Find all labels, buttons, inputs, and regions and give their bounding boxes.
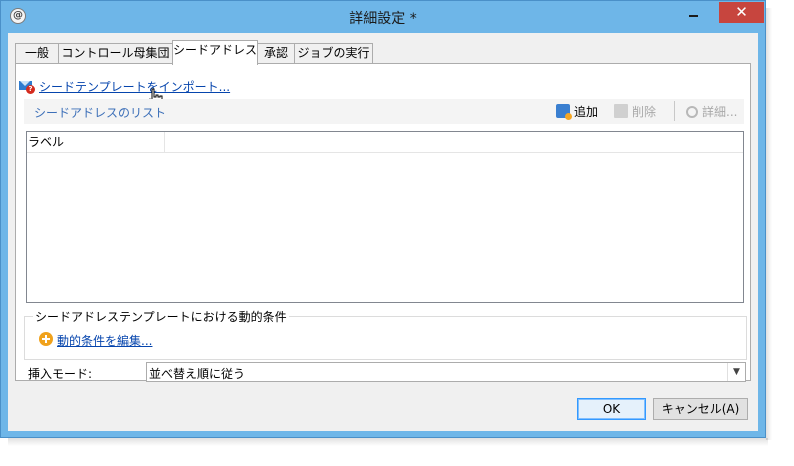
- add-icon: [556, 104, 572, 120]
- dynamic-condition-legend: シードアドレステンプレートにおける動的条件: [33, 308, 289, 325]
- minimize-button[interactable]: [678, 2, 708, 23]
- title-bar[interactable]: @ 詳細設定 * ✕: [1, 1, 765, 33]
- seed-address-grid[interactable]: ラベル: [26, 131, 744, 303]
- delete-button[interactable]: 削除: [614, 103, 656, 120]
- insert-mode-select[interactable]: 並べ替え順に従う ▼: [146, 362, 746, 382]
- tab-approval[interactable]: 承認: [257, 43, 295, 64]
- grid-header: ラベル: [27, 132, 743, 153]
- seed-list-toolbar: シードアドレスのリスト 追加 削除 詳細...: [24, 99, 744, 124]
- minimize-icon: [688, 15, 698, 17]
- tab-general[interactable]: 一般: [15, 43, 59, 64]
- close-button[interactable]: ✕: [719, 2, 764, 23]
- plus-circle-icon[interactable]: [39, 332, 53, 346]
- window-shadow-bottom: [8, 438, 768, 446]
- edit-dynamic-condition-link[interactable]: 動的条件を編集...: [57, 332, 152, 349]
- toolbar-separator: [674, 101, 675, 121]
- tab-seed-addresses[interactable]: シードアドレス: [172, 40, 258, 65]
- dialog-window: @ 詳細設定 * ✕ 一般 コントロール母集団 シードアドレス 承認 ジョブの実…: [0, 0, 766, 438]
- insert-mode-label: 挿入モード:: [28, 367, 93, 381]
- import-seed-template-link[interactable]: シードテンプレートをインポート...: [39, 78, 230, 95]
- chevron-down-icon[interactable]: ▼: [727, 363, 745, 381]
- warning-badge-icon: ?: [26, 85, 35, 94]
- close-icon: ✕: [735, 3, 748, 21]
- seed-list-title: シードアドレスのリスト: [34, 106, 167, 120]
- add-button[interactable]: 追加: [556, 103, 598, 120]
- search-icon: [686, 106, 698, 118]
- dialog-client-area: 一般 コントロール母集団 シードアドレス 承認 ジョブの実行 ? シードテンプレ…: [8, 33, 758, 431]
- insert-mode-value: 並べ替え順に従う: [149, 367, 246, 381]
- dynamic-condition-group: シードアドレステンプレートにおける動的条件 動的条件を編集...: [24, 308, 747, 360]
- details-button[interactable]: 詳細...: [686, 103, 737, 120]
- cancel-button[interactable]: キャンセル(A): [653, 398, 748, 420]
- ok-button[interactable]: OK: [577, 398, 646, 420]
- column-header-label[interactable]: ラベル: [27, 132, 165, 152]
- window-shadow-right: [766, 8, 772, 440]
- delete-label: 削除: [632, 105, 657, 119]
- details-label: 詳細...: [702, 105, 738, 119]
- tab-control-population[interactable]: コントロール母集団: [58, 43, 173, 64]
- window-title: 詳細設定 *: [349, 11, 417, 27]
- trash-icon: [614, 104, 628, 118]
- tab-job-execution[interactable]: ジョブの実行: [294, 43, 373, 64]
- add-label: 追加: [574, 105, 599, 119]
